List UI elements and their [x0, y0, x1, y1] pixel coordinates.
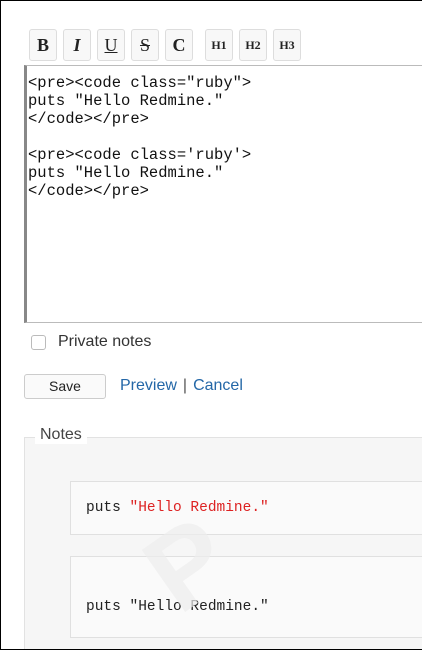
- private-notes-checkbox[interactable]: [31, 334, 46, 350]
- editor-toolbar: B I U S C H1 H2 H3: [24, 29, 422, 65]
- cancel-link[interactable]: Cancel: [193, 377, 243, 395]
- code-keyword: puts: [86, 500, 130, 516]
- actions-separator: |: [182, 377, 188, 394]
- heading3-button[interactable]: H3: [273, 29, 301, 61]
- inline-code-button[interactable]: C: [165, 29, 193, 61]
- private-notes-row: Private notes: [31, 331, 151, 353]
- issue-edit-panel: B I U S C H1 H2 H3 <pre><code class="rub…: [0, 0, 422, 650]
- notes-preview-fieldset: Notes puts "Hello Redmine." puts "Hello …: [24, 426, 422, 649]
- private-notes-label[interactable]: Private notes: [58, 333, 151, 351]
- underline-button[interactable]: U: [97, 29, 125, 61]
- italic-button[interactable]: I: [63, 29, 91, 61]
- notes-legend: Notes: [35, 426, 87, 444]
- save-button[interactable]: Save: [24, 373, 106, 399]
- notes-textarea[interactable]: <pre><code class="ruby"> puts "Hello Red…: [24, 65, 422, 323]
- code-string: "Hello Redmine.": [129, 500, 269, 516]
- preview-link[interactable]: Preview: [120, 377, 177, 395]
- bold-button[interactable]: B: [29, 29, 57, 61]
- form-actions: Save Preview | Cancel: [24, 373, 243, 399]
- heading1-button[interactable]: H1: [205, 29, 233, 61]
- code-plain-text: puts "Hello Redmine.": [86, 599, 269, 615]
- heading2-button[interactable]: H2: [239, 29, 267, 61]
- strikethrough-button[interactable]: S: [131, 29, 159, 61]
- code-block-highlighted: puts "Hello Redmine.": [70, 481, 422, 535]
- code-block-plain: puts "Hello Redmine.": [70, 556, 422, 638]
